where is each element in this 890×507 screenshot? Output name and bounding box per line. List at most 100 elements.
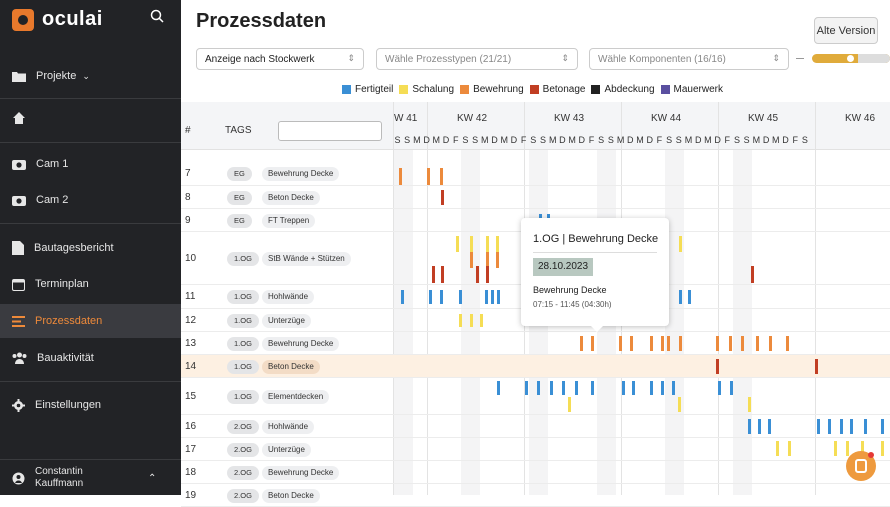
- activity-bar[interactable]: [399, 168, 402, 185]
- activity-bar[interactable]: [496, 236, 499, 252]
- activity-bar[interactable]: [768, 419, 771, 434]
- activity-bar[interactable]: [769, 336, 772, 351]
- table-row[interactable]: 8 EG Beton Decke: [181, 186, 890, 209]
- activity-bar[interactable]: [881, 441, 884, 456]
- activity-bar[interactable]: [459, 314, 462, 327]
- activity-bar[interactable]: [591, 381, 594, 395]
- sidebar-item-bautagesbericht[interactable]: Bautagesbericht: [0, 231, 181, 265]
- sidebar-item-bauaktivitaet[interactable]: Bauaktivität: [0, 341, 181, 375]
- activity-bar[interactable]: [427, 168, 430, 185]
- components-select[interactable]: Wähle Komponenten (16/16) ⇕: [589, 48, 789, 70]
- activity-bar[interactable]: [441, 266, 444, 283]
- sidebar-item-terminplan[interactable]: Terminplan: [0, 267, 181, 301]
- alt-version-button[interactable]: Alte Version: [814, 17, 878, 44]
- activity-bar[interactable]: [850, 419, 853, 434]
- activity-bar[interactable]: [881, 419, 884, 434]
- activity-bar[interactable]: [497, 381, 500, 395]
- activity-bar[interactable]: [491, 290, 494, 304]
- floor-view-select[interactable]: Anzeige nach Stockwerk ⇕: [196, 48, 364, 70]
- activity-bar[interactable]: [486, 266, 489, 283]
- activity-bar[interactable]: [751, 266, 754, 283]
- user-menu[interactable]: Constantin Kauffmann ⌃: [0, 463, 181, 493]
- activity-bar[interactable]: [591, 336, 594, 351]
- activity-bar[interactable]: [672, 381, 675, 395]
- activity-bar[interactable]: [758, 419, 761, 434]
- activity-bar[interactable]: [748, 419, 751, 434]
- table-row[interactable]: 7 EG Bewehrung Decke: [181, 162, 890, 186]
- activity-bar[interactable]: [485, 290, 488, 304]
- process-types-select[interactable]: Wähle Prozesstypen (21/21) ⇕: [376, 48, 578, 70]
- activity-bar[interactable]: [716, 359, 719, 374]
- activity-bar[interactable]: [470, 236, 473, 252]
- activity-bar[interactable]: [619, 336, 622, 351]
- activity-bar[interactable]: [401, 290, 404, 304]
- activity-bar[interactable]: [741, 336, 744, 351]
- table-row[interactable]: 18 2.OG Bewehrung Decke: [181, 461, 890, 484]
- activity-bar[interactable]: [470, 314, 473, 327]
- activity-bar[interactable]: [630, 336, 633, 351]
- activity-bar[interactable]: [550, 381, 553, 395]
- activity-bar[interactable]: [486, 236, 489, 252]
- activity-bar[interactable]: [632, 381, 635, 395]
- activity-bar[interactable]: [470, 252, 473, 268]
- activity-bar[interactable]: [679, 236, 682, 252]
- activity-bar[interactable]: [429, 290, 432, 304]
- table-row[interactable]: 14 1.OG Beton Decke: [181, 355, 890, 378]
- activity-bar[interactable]: [459, 290, 462, 304]
- search-icon[interactable]: [150, 9, 164, 23]
- activity-bar[interactable]: [661, 381, 664, 395]
- sidebar-item-cam1[interactable]: Cam 1: [0, 147, 181, 181]
- activity-bar[interactable]: [650, 336, 653, 351]
- activity-bar[interactable]: [575, 381, 578, 395]
- tag-filter-input[interactable]: [278, 121, 382, 141]
- activity-bar[interactable]: [788, 441, 791, 456]
- table-row[interactable]: 19 2.OG Beton Decke: [181, 484, 890, 507]
- activity-bar[interactable]: [525, 381, 528, 395]
- activity-bar[interactable]: [846, 441, 849, 456]
- activity-bar[interactable]: [496, 252, 499, 268]
- home-button[interactable]: [0, 101, 181, 135]
- activity-bar[interactable]: [480, 314, 483, 327]
- activity-bar[interactable]: [718, 381, 721, 395]
- activity-bar[interactable]: [562, 381, 565, 395]
- activity-bar[interactable]: [748, 397, 751, 412]
- activity-bar[interactable]: [622, 381, 625, 395]
- table-row[interactable]: 16 2.OG Hohlwände: [181, 415, 890, 438]
- activity-bar[interactable]: [456, 236, 459, 252]
- table-row[interactable]: 17 2.OG Unterzüge: [181, 438, 890, 461]
- activity-bar[interactable]: [786, 336, 789, 351]
- activity-bar[interactable]: [440, 168, 443, 185]
- activity-bar[interactable]: [815, 359, 818, 374]
- sidebar-item-einstellungen[interactable]: Einstellungen: [0, 388, 181, 422]
- activity-bar[interactable]: [864, 419, 867, 434]
- activity-bar[interactable]: [716, 336, 719, 351]
- activity-bar[interactable]: [440, 290, 443, 304]
- activity-bar[interactable]: [776, 441, 779, 456]
- activity-bar[interactable]: [441, 190, 444, 205]
- activity-bar[interactable]: [730, 381, 733, 395]
- activity-bar[interactable]: [432, 266, 435, 283]
- activity-bar[interactable]: [828, 419, 831, 434]
- activity-bar[interactable]: [840, 419, 843, 434]
- activity-bar[interactable]: [497, 290, 500, 304]
- activity-bar[interactable]: [817, 419, 820, 434]
- activity-bar[interactable]: [661, 336, 664, 351]
- activity-bar[interactable]: [834, 441, 837, 456]
- activity-bar[interactable]: [650, 381, 653, 395]
- activity-bar[interactable]: [476, 266, 479, 283]
- activity-bar[interactable]: [679, 290, 682, 304]
- activity-bar[interactable]: [756, 336, 759, 351]
- activity-bar[interactable]: [729, 336, 732, 351]
- projects-dropdown[interactable]: Projekte ⌄: [0, 59, 181, 93]
- range-slider-handle[interactable]: [847, 55, 854, 62]
- activity-bar[interactable]: [568, 397, 571, 412]
- activity-bar[interactable]: [679, 336, 682, 351]
- activity-bar[interactable]: [537, 381, 540, 395]
- activity-bar[interactable]: [667, 336, 670, 351]
- activity-bar[interactable]: [580, 336, 583, 351]
- activity-bar[interactable]: [688, 290, 691, 304]
- logo[interactable]: oculai: [12, 8, 103, 31]
- sidebar-item-prozessdaten[interactable]: Prozessdaten: [0, 304, 181, 338]
- table-row[interactable]: 15 1.OG Elementdecken: [181, 378, 890, 415]
- activity-bar[interactable]: [678, 397, 681, 412]
